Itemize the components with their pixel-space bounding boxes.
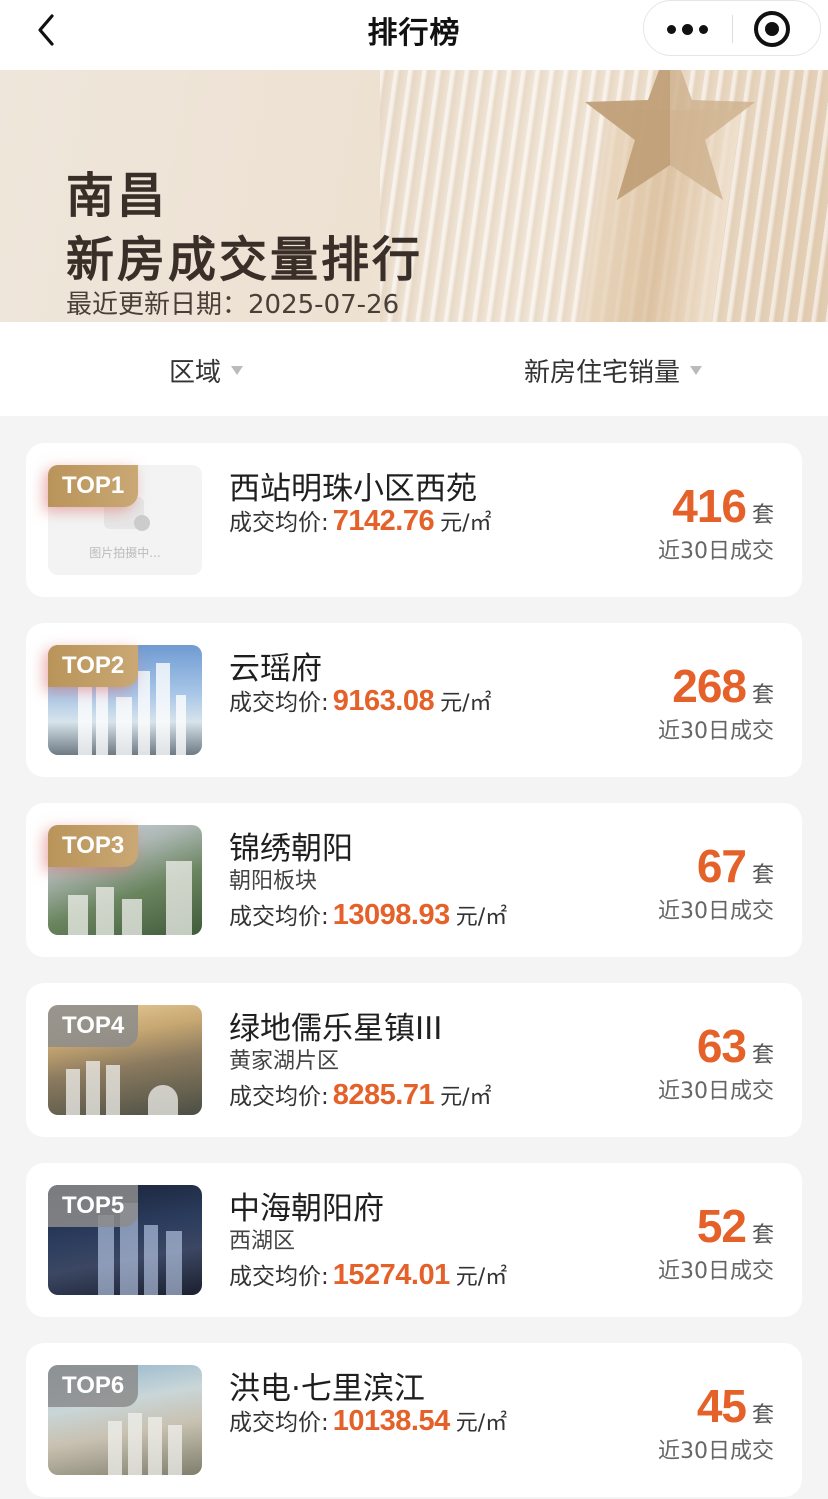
- region-filter[interactable]: 区域: [169, 352, 244, 389]
- count-unit: 套: [751, 863, 774, 888]
- count-value: 63: [696, 1020, 747, 1072]
- project-area: 西湖区: [229, 1229, 296, 1254]
- deal-count: 416 套: [672, 479, 774, 533]
- price-unit: 元/㎡: [455, 905, 508, 930]
- count-unit: 套: [751, 683, 774, 708]
- caret-down-icon: [231, 366, 244, 375]
- deal-count: 268 套: [672, 659, 774, 713]
- update-date-label: 最近更新日期：: [66, 290, 249, 320]
- price-label: 成交均价:: [229, 1084, 329, 1110]
- count-unit: 套: [751, 503, 774, 528]
- rank-badge: TOP3: [48, 825, 139, 867]
- list-item[interactable]: TOP2 云瑶府 成交均价: 9163.08 元/㎡ 268 套 近30日成交: [26, 623, 802, 777]
- project-name: 中海朝阳府: [229, 1191, 384, 1227]
- project-area: 朝阳板块: [229, 869, 318, 894]
- period-label: 近30日成交: [658, 1079, 774, 1104]
- close-target-icon[interactable]: [754, 11, 790, 47]
- period-label: 近30日成交: [658, 1439, 774, 1464]
- update-date-value: 2025-07-26: [248, 290, 400, 320]
- deal-count: 67 套: [697, 839, 774, 893]
- project-area: 黄家湖片区: [229, 1049, 340, 1074]
- avg-price: 成交均价: 10138.54 元/㎡: [229, 1403, 507, 1438]
- price-unit: 元/㎡: [440, 1085, 492, 1110]
- rank-badge: TOP4: [48, 1005, 139, 1047]
- sort-filter-label: 新房住宅销量: [524, 358, 681, 388]
- price-label: 成交均价:: [229, 690, 329, 716]
- plus-icon: [134, 515, 150, 531]
- list-item[interactable]: TOP5 中海朝阳府 西湖区 成交均价: 15274.01 元/㎡ 52 套 近30日…: [26, 1163, 802, 1317]
- mini-program-capsule: [643, 0, 821, 56]
- update-date: 最近更新日期：2025-07-26: [66, 284, 399, 321]
- count-value: 52: [696, 1200, 747, 1252]
- price-value: 9163.08: [332, 685, 435, 717]
- period-label: 近30日成交: [658, 1259, 774, 1284]
- list-item[interactable]: TOP6 洪电·七里滨江 成交均价: 10138.54 元/㎡ 45 套 近30日成交: [26, 1343, 802, 1497]
- count-value: 45: [696, 1380, 747, 1432]
- count-unit: 套: [751, 1403, 774, 1428]
- avg-price: 成交均价: 15274.01 元/㎡: [229, 1257, 507, 1292]
- count-unit: 套: [751, 1223, 774, 1248]
- count-value: 268: [672, 660, 747, 712]
- count-value: 67: [696, 840, 747, 892]
- price-unit: 元/㎡: [440, 691, 492, 716]
- caret-down-icon: [690, 366, 703, 375]
- list-item[interactable]: TOP3 锦绣朝阳 朝阳板块 成交均价: 13098.93 元/㎡ 67 套 近30日…: [26, 803, 802, 957]
- price-label: 成交均价:: [229, 1410, 329, 1436]
- deal-count: 63 套: [697, 1019, 774, 1073]
- project-name: 西站明珠小区西苑: [229, 471, 477, 507]
- hero-banner: 南昌 新房成交量排行 最近更新日期：2025-07-26: [0, 70, 828, 322]
- nav-bar: 排行榜: [0, 0, 828, 70]
- period-label: 近30日成交: [658, 539, 774, 564]
- banner-city: 南昌: [66, 168, 169, 224]
- rank-badge: TOP1: [48, 465, 139, 507]
- banner-title: 新房成交量排行: [66, 232, 424, 288]
- count-unit: 套: [751, 1043, 774, 1068]
- avg-price: 成交均价: 7142.76 元/㎡: [229, 503, 492, 538]
- rank-badge: TOP5: [48, 1185, 139, 1227]
- project-name: 绿地儒乐星镇III: [229, 1011, 443, 1047]
- star-icon: [585, 70, 755, 200]
- project-name: 云瑶府: [229, 651, 322, 687]
- price-value: 10138.54: [332, 1405, 450, 1437]
- price-value: 8285.71: [332, 1079, 435, 1111]
- period-label: 近30日成交: [658, 899, 774, 924]
- sort-filter[interactable]: 新房住宅销量: [524, 352, 703, 389]
- price-unit: 元/㎡: [455, 1411, 508, 1436]
- placeholder-label: 图片拍摄中...: [89, 546, 161, 560]
- avg-price: 成交均价: 13098.93 元/㎡: [229, 897, 507, 932]
- list-item[interactable]: 图片拍摄中... TOP1 西站明珠小区西苑 成交均价: 7142.76 元/㎡ 4…: [26, 443, 802, 597]
- list-item[interactable]: TOP4 绿地儒乐星镇III 黄家湖片区 成交均价: 8285.71 元/㎡ 63 套…: [26, 983, 802, 1137]
- filter-bar: 区域 新房住宅销量: [0, 322, 828, 416]
- project-name: 锦绣朝阳: [229, 831, 353, 867]
- price-value: 7142.76: [332, 505, 435, 537]
- more-icon[interactable]: [644, 1, 730, 57]
- count-value: 416: [672, 480, 747, 532]
- price-label: 成交均价:: [229, 510, 329, 536]
- price-unit: 元/㎡: [440, 511, 492, 536]
- rank-badge: TOP2: [48, 645, 139, 687]
- period-label: 近30日成交: [658, 719, 774, 744]
- region-filter-label: 区域: [169, 358, 222, 388]
- price-label: 成交均价:: [229, 904, 329, 930]
- capsule-divider: [732, 15, 733, 43]
- price-unit: 元/㎡: [455, 1265, 508, 1290]
- avg-price: 成交均价: 9163.08 元/㎡: [229, 683, 492, 718]
- project-name: 洪电·七里滨江: [229, 1371, 425, 1407]
- avg-price: 成交均价: 8285.71 元/㎡: [229, 1077, 492, 1112]
- deal-count: 52 套: [697, 1199, 774, 1253]
- price-value: 15274.01: [332, 1259, 450, 1291]
- rank-badge: TOP6: [48, 1365, 139, 1407]
- price-value: 13098.93: [332, 899, 450, 931]
- deal-count: 45 套: [697, 1379, 774, 1433]
- price-label: 成交均价:: [229, 1264, 329, 1290]
